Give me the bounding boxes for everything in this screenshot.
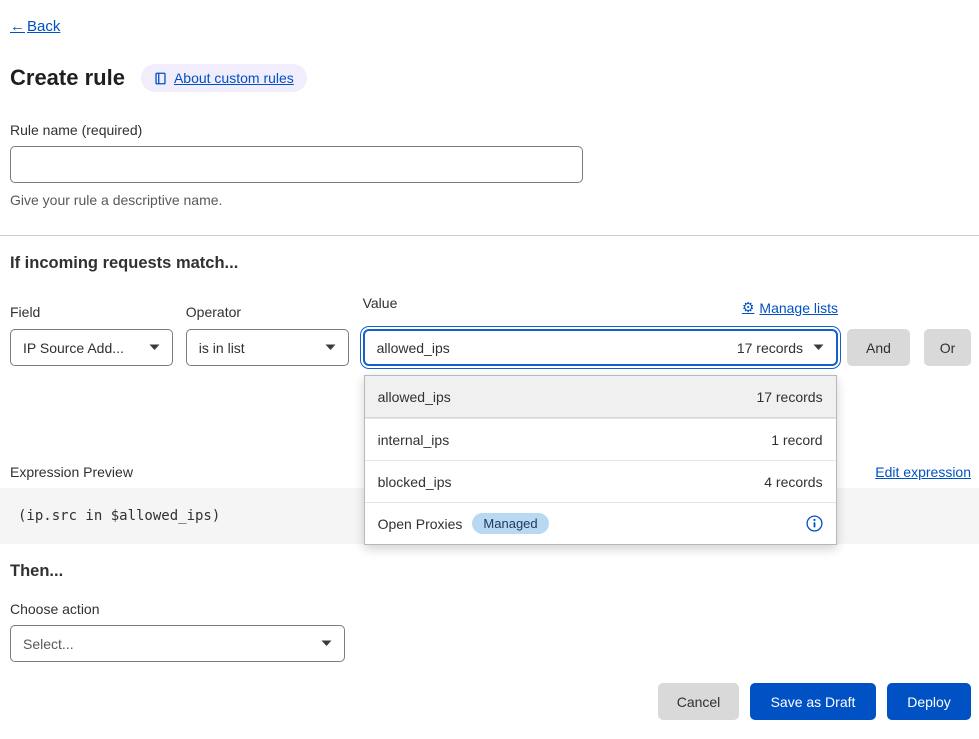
list-option-blocked-ips[interactable]: blocked_ips 4 records — [365, 460, 836, 502]
list-option-internal-ips[interactable]: internal_ips 1 record — [365, 418, 836, 460]
field-select-value: IP Source Add... — [23, 340, 139, 356]
chevron-down-icon — [325, 344, 336, 351]
expression-preview-label: Expression Preview — [10, 464, 133, 480]
choose-action-label: Choose action — [10, 601, 971, 617]
and-or-buttons: And Or — [847, 329, 971, 366]
choose-action-placeholder: Select... — [23, 636, 311, 652]
list-option-record-count: 1 record — [771, 432, 822, 448]
list-option-name: blocked_ips — [378, 474, 452, 490]
value-select-record-count: 17 records — [737, 340, 803, 356]
about-pill-label: About custom rules — [174, 70, 294, 86]
cancel-button[interactable]: Cancel — [658, 683, 739, 720]
field-column: Field IP Source Add... — [10, 304, 173, 366]
manage-lists-label: Manage lists — [759, 300, 838, 316]
field-select[interactable]: IP Source Add... — [10, 329, 173, 366]
or-button[interactable]: Or — [924, 329, 971, 366]
value-column: Value ⚙Manage lists allowed_ips 17 recor… — [363, 295, 838, 366]
deploy-button[interactable]: Deploy — [887, 683, 971, 720]
chevron-down-icon — [321, 640, 332, 647]
footer-actions: Cancel Save as Draft Deploy — [10, 683, 971, 738]
chevron-down-icon — [813, 344, 824, 351]
back-link-label: Back — [27, 18, 60, 35]
list-option-name-wrap: Open Proxies Managed — [378, 513, 549, 534]
back-arrow-icon: ← — [10, 18, 25, 35]
list-option-record-count: 4 records — [764, 474, 822, 490]
match-section-heading: If incoming requests match... — [10, 254, 971, 273]
operator-select-value: is in list — [199, 340, 315, 356]
edit-expression-link[interactable]: Edit expression — [875, 464, 971, 480]
gear-icon: ⚙ — [742, 299, 755, 316]
value-label: Value — [363, 295, 398, 311]
field-label: Field — [10, 304, 173, 320]
page-title: Create rule — [10, 65, 125, 91]
match-builder-row: Field IP Source Add... Operator is in li… — [10, 295, 971, 366]
manage-lists-link[interactable]: ⚙Manage lists — [742, 299, 838, 316]
rule-name-input[interactable] — [10, 146, 583, 183]
save-as-draft-button[interactable]: Save as Draft — [750, 683, 876, 720]
rule-name-help-text: Give your rule a descriptive name. — [10, 192, 971, 208]
create-rule-page: ←Back Create rule About custom rules Rul… — [0, 0, 979, 738]
section-divider — [0, 235, 979, 236]
rule-name-label: Rule name (required) — [10, 122, 971, 138]
title-row: Create rule About custom rules — [10, 64, 971, 92]
chevron-down-icon — [149, 344, 160, 351]
list-option-name: internal_ips — [378, 432, 450, 448]
about-custom-rules-link[interactable]: About custom rules — [141, 64, 307, 92]
managed-badge: Managed — [472, 513, 548, 534]
operator-label: Operator — [186, 304, 349, 320]
value-label-row: Value ⚙Manage lists — [363, 295, 838, 320]
value-select-name: allowed_ips — [377, 340, 725, 356]
value-select-dropdown: allowed_ips 17 records internal_ips 1 re… — [364, 375, 837, 545]
list-option-name: Open Proxies — [378, 516, 463, 532]
choose-action-select[interactable]: Select... — [10, 625, 345, 662]
list-option-record-count: 17 records — [756, 389, 822, 405]
operator-column: Operator is in list — [186, 304, 349, 366]
operator-select[interactable]: is in list — [186, 329, 349, 366]
info-icon[interactable] — [806, 515, 823, 532]
rule-name-group: Rule name (required) Give your rule a de… — [10, 122, 971, 208]
then-section-heading: Then... — [10, 562, 971, 581]
list-option-open-proxies[interactable]: Open Proxies Managed — [365, 502, 836, 544]
list-option-name: allowed_ips — [378, 389, 451, 405]
book-icon — [154, 72, 167, 85]
list-option-allowed-ips[interactable]: allowed_ips 17 records — [365, 376, 836, 418]
back-link[interactable]: ←Back — [10, 18, 60, 35]
and-button[interactable]: And — [847, 329, 910, 366]
value-select[interactable]: allowed_ips 17 records — [363, 329, 838, 366]
